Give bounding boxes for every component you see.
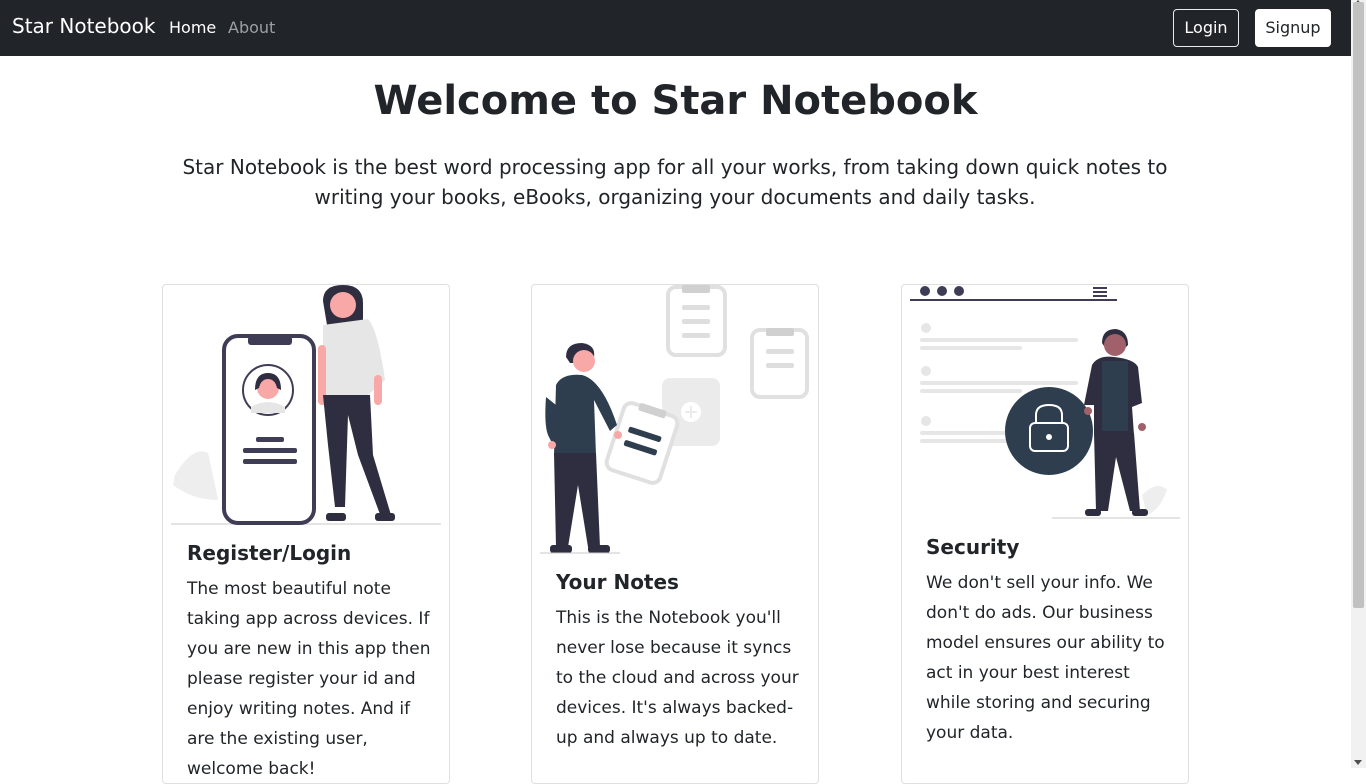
login-button[interactable]: Login [1173,9,1239,47]
signup-button[interactable]: Signup [1255,9,1331,47]
nav-link-home[interactable]: Home [169,18,216,37]
card-title: Register/Login [187,541,352,565]
notes-illustration [540,285,809,554]
brand-logo-text[interactable]: Star Notebook [12,14,155,38]
top-navbar: Star Notebook Home About Login Signup [0,0,1351,56]
page-title: Welcome to Star Notebook [373,78,978,124]
card-text: This is the Notebook you'll never lose b… [556,608,799,748]
feature-card-security: Security We don't sell your info. We don… [901,284,1189,784]
feature-card-register: Register/Login The most beautiful note t… [162,284,450,784]
scroll-down-arrow-icon[interactable] [1354,760,1362,765]
card-text: The most beautiful note taking app acros… [187,579,431,779]
card-title: Security [926,535,1020,559]
scrollbar-thumb[interactable] [1353,2,1364,608]
card-text: We don't sell your info. We don't do ads… [926,573,1165,743]
register-illustration [171,285,441,525]
hero-description: Star Notebook is the best word processin… [182,155,1168,209]
nav-link-about[interactable]: About [228,18,275,37]
feature-card-notes: Your Notes This is the Notebook you'll n… [531,284,819,784]
security-illustration [910,286,1180,519]
card-title: Your Notes [556,570,679,594]
